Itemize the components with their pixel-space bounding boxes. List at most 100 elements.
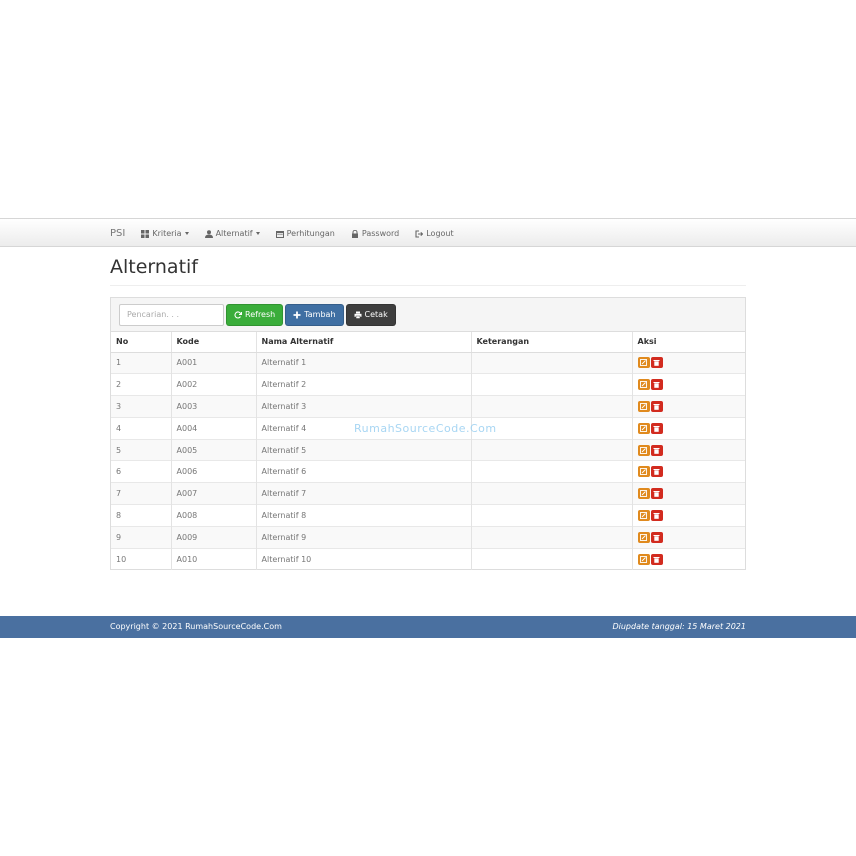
cell-kode: A001 <box>171 351 257 374</box>
cell-aksi <box>632 416 745 440</box>
nav-item-label: Logout <box>426 229 454 238</box>
table-row: 8 A008 Alternatif 8 <box>111 504 745 527</box>
trash-icon[interactable] <box>650 531 663 543</box>
table-row: 7 A007 Alternatif 7 <box>111 482 745 505</box>
lock-icon <box>351 229 358 238</box>
table-row: 3 A003 Alternatif 3 <box>111 395 745 418</box>
nav-item-kriteria[interactable]: Kriteria <box>141 229 189 238</box>
column-header-nama: Nama Alternatif <box>256 332 472 353</box>
cell-kode: A007 <box>171 482 257 505</box>
cell-no: 7 <box>111 482 172 505</box>
cell-kode: A010 <box>171 547 257 570</box>
navbar-brand[interactable]: PSI <box>110 228 125 239</box>
trash-icon[interactable] <box>650 553 663 565</box>
logout-icon <box>415 229 424 238</box>
trash-icon[interactable] <box>650 357 663 369</box>
watermark: RumahSourceCode.Com <box>354 422 497 435</box>
panel-toolbar: Refresh Tambah Cetak <box>111 298 745 332</box>
calendar-icon <box>275 230 284 238</box>
edit-icon[interactable] <box>637 531 650 543</box>
cell-nama: Alternatif 8 <box>256 504 472 527</box>
cell-aksi <box>632 482 745 505</box>
cell-nama: Alternatif 3 <box>256 395 472 418</box>
table-row: 2 A002 Alternatif 2 <box>111 373 745 396</box>
cell-nama: Alternatif 10 <box>256 547 472 570</box>
cell-no: 9 <box>111 525 172 549</box>
cell-keterangan <box>471 395 633 418</box>
cell-aksi <box>632 460 745 483</box>
edit-icon[interactable] <box>637 488 650 500</box>
edit-icon[interactable] <box>637 444 650 456</box>
cell-no: 1 <box>111 351 172 374</box>
cell-kode: A008 <box>171 504 257 527</box>
cell-kode: A006 <box>171 460 257 483</box>
trash-icon[interactable] <box>650 488 663 500</box>
edit-icon[interactable] <box>637 379 650 391</box>
column-header-kode: Kode <box>171 332 257 353</box>
nav-item-perhitungan[interactable]: Perhitungan <box>275 229 335 238</box>
cell-nama: Alternatif 1 <box>256 351 472 374</box>
table-body: 1 A001 Alternatif 1 2 A002 Alternatif 2 3 A003 A… <box>111 351 745 570</box>
edit-icon[interactable] <box>637 466 650 478</box>
nav-item-label: Alternatif <box>215 229 253 238</box>
cell-keterangan <box>471 351 633 374</box>
cell-keterangan <box>471 438 633 461</box>
refresh-label: Refresh <box>245 310 276 319</box>
cell-no: 4 <box>111 416 172 440</box>
nav-item-alternatif[interactable]: Alternatif <box>204 229 260 238</box>
cell-nama: Alternatif 7 <box>256 482 472 505</box>
table-row: 6 A006 Alternatif 6 <box>111 460 745 483</box>
grid-icon <box>141 229 150 238</box>
alternatif-table: No Kode Nama Alternatif Keterangan Aksi … <box>111 332 745 570</box>
nav-item-label: Perhitungan <box>286 229 335 238</box>
cell-aksi <box>632 504 745 527</box>
refresh-button[interactable]: Refresh <box>226 303 284 326</box>
cell-kode: A009 <box>171 525 257 549</box>
add-button[interactable]: Tambah <box>285 303 344 326</box>
cell-nama: Alternatif 2 <box>256 373 472 396</box>
cell-nama: Alternatif 5 <box>256 438 472 461</box>
trash-icon[interactable] <box>650 466 663 478</box>
column-header-keterangan: Keterangan <box>471 332 633 353</box>
edit-icon[interactable] <box>637 422 650 434</box>
footer-updated: Diupdate tanggal: 15 Maret 2021 <box>612 622 746 631</box>
search-input[interactable] <box>119 303 224 326</box>
refresh-icon <box>234 310 242 319</box>
nav-item-label: Password <box>361 229 400 238</box>
cell-aksi <box>632 373 745 396</box>
trash-icon[interactable] <box>650 379 663 391</box>
cell-no: 3 <box>111 395 172 418</box>
print-icon <box>354 311 362 319</box>
print-button[interactable]: Cetak <box>345 303 396 326</box>
table-row: 5 A005 Alternatif 5 <box>111 438 745 461</box>
top-navbar: PSI Kriteria Alternatif Perhitungan Pass… <box>0 218 856 247</box>
table-row: 9 A009 Alternatif 9 <box>111 525 745 549</box>
chevron-down-icon <box>255 232 260 235</box>
nav-item-logout[interactable]: Logout <box>415 229 454 238</box>
cell-kode: A003 <box>171 395 257 418</box>
add-label: Tambah <box>304 310 336 319</box>
edit-icon[interactable] <box>637 509 650 521</box>
edit-icon[interactable] <box>637 357 650 369</box>
cell-kode: A005 <box>171 438 257 461</box>
cell-no: 5 <box>111 438 172 461</box>
trash-icon[interactable] <box>650 400 663 412</box>
column-header-aksi: Aksi <box>632 332 745 353</box>
cell-aksi <box>632 547 745 570</box>
cell-keterangan <box>471 547 633 570</box>
cell-keterangan <box>471 525 633 549</box>
page-title: Alternatif <box>110 256 198 278</box>
cell-no: 6 <box>111 460 172 483</box>
edit-icon[interactable] <box>637 553 650 565</box>
cell-no: 8 <box>111 504 172 527</box>
footer-copyright: Copyright © 2021 RumahSourceCode.Com <box>110 622 282 631</box>
nav-item-password[interactable]: Password <box>351 229 399 238</box>
chevron-down-icon <box>184 232 189 235</box>
column-header-no: No <box>111 332 172 353</box>
cell-aksi <box>632 525 745 549</box>
trash-icon[interactable] <box>650 422 663 434</box>
trash-icon[interactable] <box>650 509 663 521</box>
cell-keterangan <box>471 482 633 505</box>
edit-icon[interactable] <box>637 400 650 412</box>
trash-icon[interactable] <box>650 444 663 456</box>
